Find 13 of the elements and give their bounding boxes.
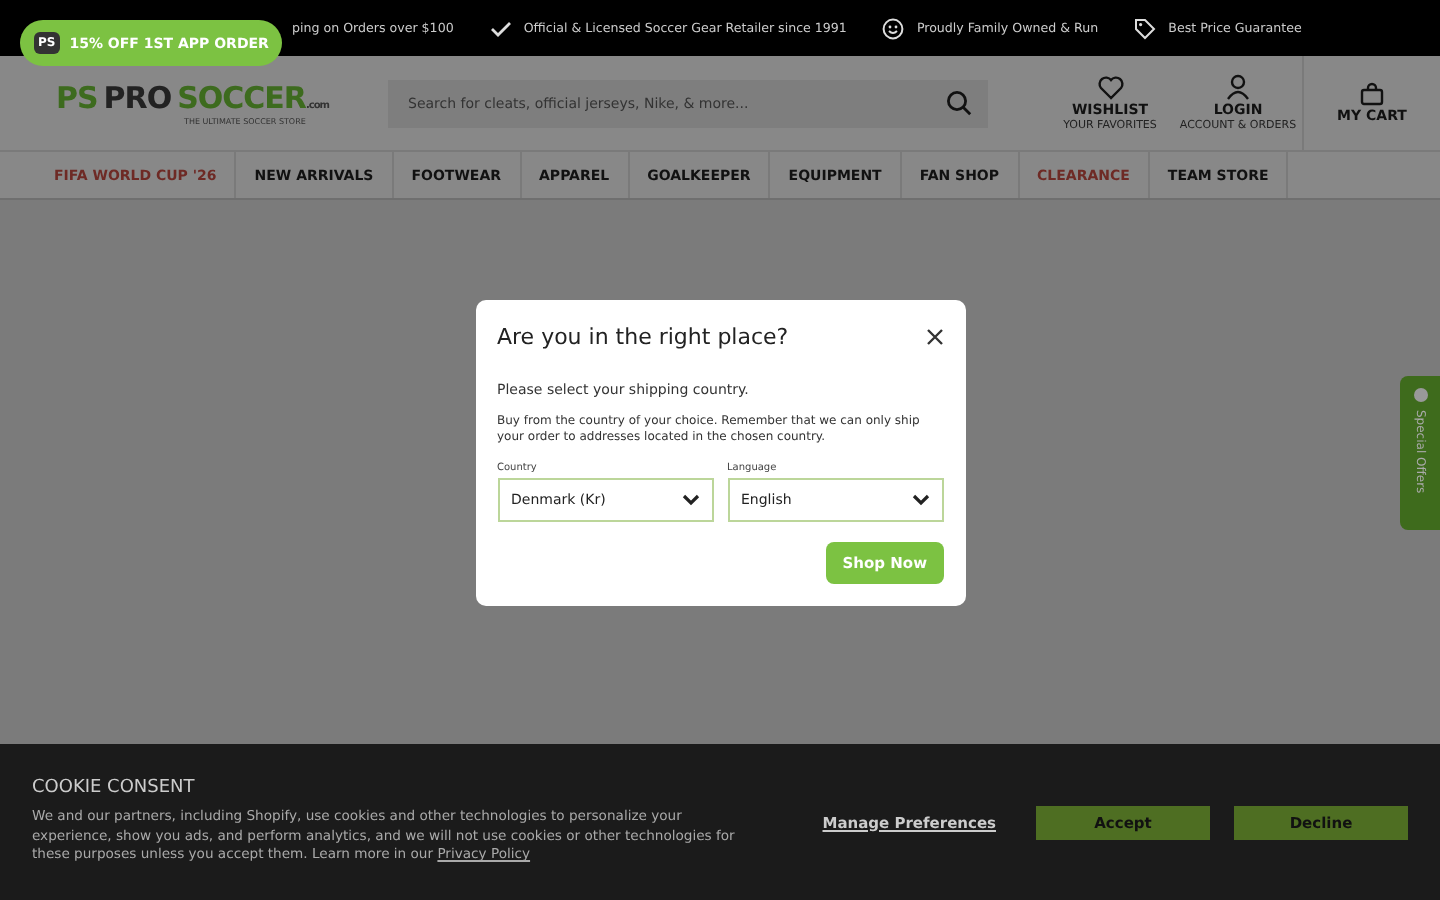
- dialog-title: Are you in the right place?: [497, 324, 789, 350]
- search-icon: [945, 90, 971, 116]
- user-icon: [1226, 74, 1250, 100]
- chevron-icon: [681, 493, 699, 506]
- close-icon[interactable]: [925, 328, 943, 346]
- bag-icon: [1360, 82, 1384, 106]
- search-button[interactable]: [928, 79, 988, 127]
- check-icon: [489, 19, 512, 37]
- cookie-title: COOKIE CONSENT: [32, 778, 197, 799]
- smile-icon: [882, 17, 905, 39]
- tag-icon: [1134, 17, 1157, 39]
- chevron-icon: [911, 493, 929, 506]
- heart-icon: [1097, 75, 1123, 99]
